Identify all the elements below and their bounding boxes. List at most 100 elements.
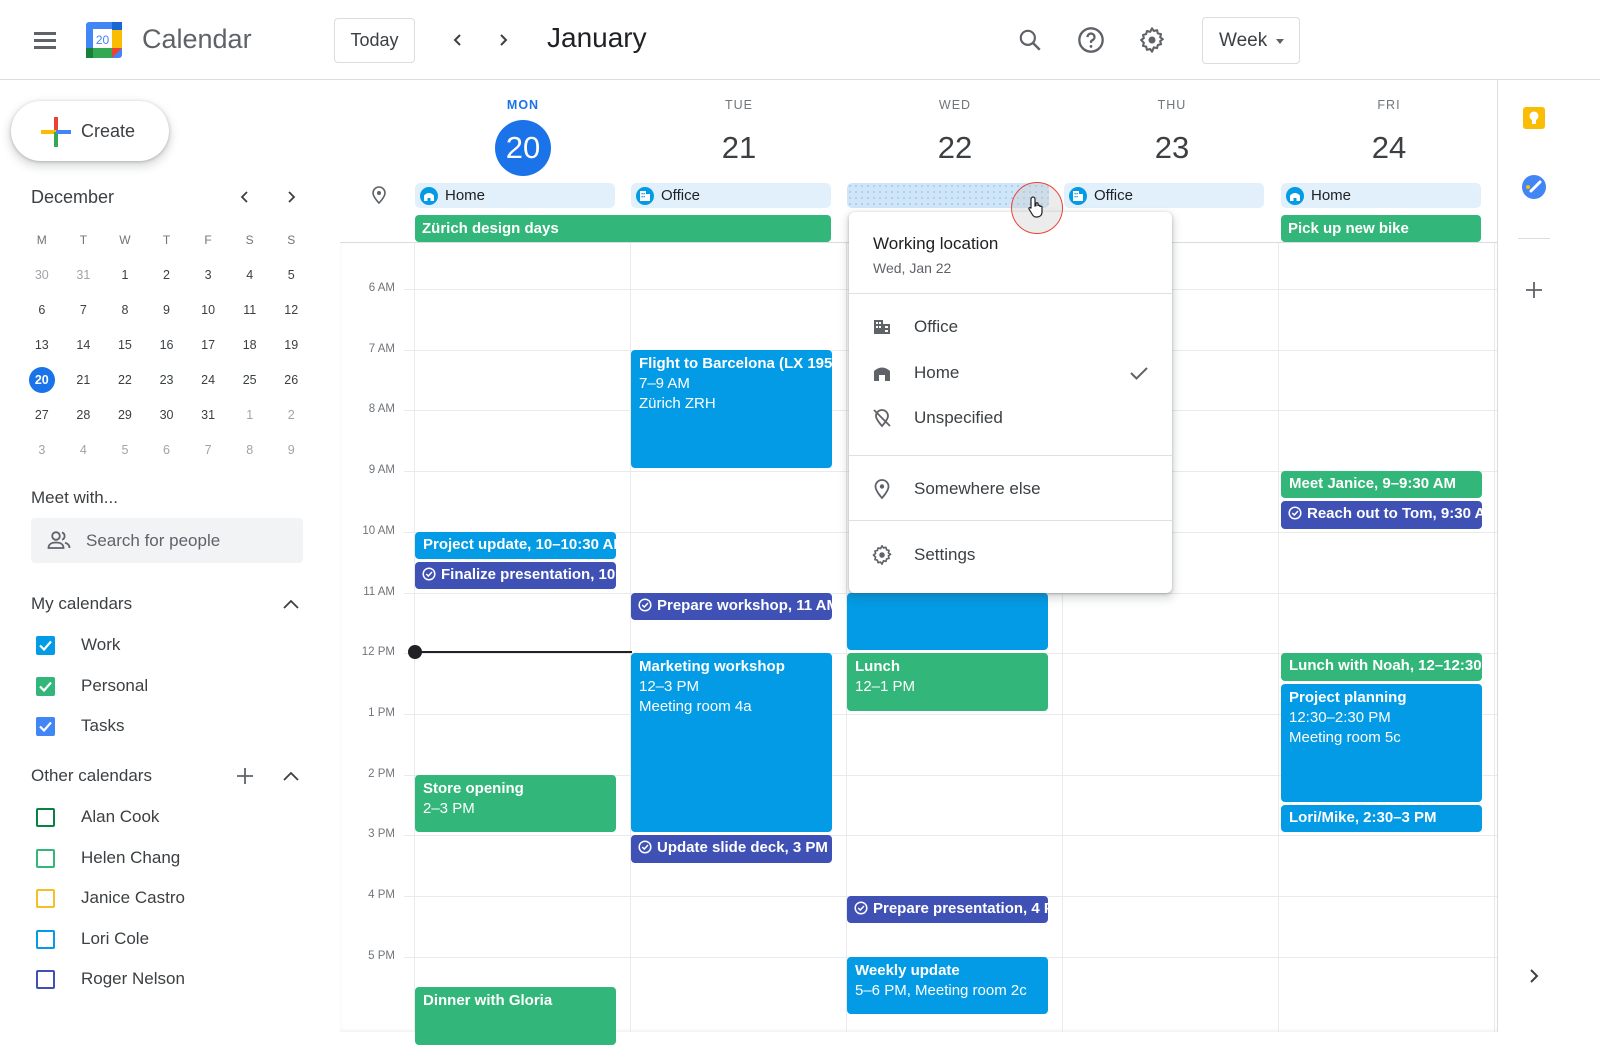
get-add-ons-button[interactable] [1518, 274, 1550, 306]
mini-calendar-day[interactable]: 18 [229, 332, 271, 358]
working-location-chip-mon[interactable]: Home [415, 183, 615, 208]
checkbox-unchecked[interactable] [36, 929, 55, 949]
mini-calendar-day[interactable]: 1 [229, 402, 271, 428]
calendar-event[interactable]: Lunch with Noah, 12–12:30 PM [1281, 653, 1482, 681]
mini-calendar-day[interactable]: 29 [104, 402, 146, 428]
day-number-today[interactable]: 20 [495, 120, 551, 176]
location-option-office[interactable]: Office [849, 305, 1172, 349]
day-number[interactable]: 23 [1144, 120, 1200, 176]
checkbox-unchecked[interactable] [36, 889, 55, 908]
calendar-event[interactable] [847, 592, 1048, 651]
checkbox-unchecked[interactable] [36, 808, 55, 827]
mini-calendar-day[interactable]: 3 [21, 437, 63, 463]
search-for-people-input[interactable]: Search for people [31, 518, 303, 563]
working-location-chip-tue[interactable]: Office [631, 183, 831, 208]
day-number[interactable]: 21 [711, 120, 767, 176]
all-day-event[interactable]: Pick up new bike [1281, 215, 1481, 242]
mini-calendar-day[interactable]: 22 [104, 367, 146, 393]
calendar-item-work[interactable]: Work [31, 630, 301, 660]
calendar-event[interactable]: Project planning 12:30–2:30 PM Meeting roo… [1281, 683, 1482, 802]
day-number[interactable]: 24 [1361, 120, 1417, 176]
mini-calendar-prev-button[interactable] [231, 183, 259, 211]
task-event[interactable]: Reach out to Tom, 9:30 AM [1281, 501, 1482, 529]
my-calendars-collapse-button[interactable] [277, 590, 305, 618]
calendar-event[interactable]: Dinner with Gloria [415, 987, 616, 1045]
expand-side-panel-button[interactable] [1518, 960, 1550, 992]
mini-calendar-day[interactable]: 13 [21, 332, 63, 358]
mini-calendar-day[interactable]: 26 [270, 367, 312, 393]
mini-calendar-day[interactable]: 8 [104, 297, 146, 323]
mini-calendar-day[interactable]: 30 [21, 262, 63, 288]
mini-calendar-day[interactable]: 10 [187, 297, 229, 323]
mini-calendar-day[interactable]: 9 [146, 297, 188, 323]
calendar-event[interactable]: Store opening 2–3 PM [415, 774, 616, 833]
mini-calendar-day[interactable]: 19 [270, 332, 312, 358]
mini-calendar-day[interactable]: 15 [104, 332, 146, 358]
checkbox-checked[interactable] [36, 676, 55, 696]
calendar-item-lori-cole[interactable]: Lori Cole [31, 924, 301, 954]
other-calendars-collapse-button[interactable] [277, 762, 305, 790]
location-option-somewhere-else[interactable]: Somewhere else [849, 467, 1172, 511]
mini-calendar-day-selected[interactable]: 20 [21, 366, 63, 393]
view-selector-dropdown[interactable]: Week [1202, 17, 1300, 64]
task-event[interactable]: Prepare workshop, 11 AM [631, 592, 832, 620]
today-button[interactable]: Today [334, 18, 415, 63]
mini-calendar-day[interactable]: 31 [63, 262, 105, 288]
calendar-item-tasks[interactable]: Tasks [31, 711, 301, 741]
location-option-home[interactable]: Home [849, 351, 1172, 395]
mini-calendar-day[interactable]: 12 [270, 297, 312, 323]
calendar-item-helen-chang[interactable]: Helen Chang [31, 843, 301, 873]
calendar-event[interactable]: Lunch 12–1 PM [847, 653, 1048, 711]
checkbox-unchecked[interactable] [36, 970, 55, 989]
calendar-item-alan-cook[interactable]: Alan Cook [31, 802, 301, 832]
checkbox-unchecked[interactable] [36, 848, 55, 868]
mini-calendar-day[interactable]: 7 [187, 437, 229, 463]
create-event-button[interactable]: Create [11, 101, 169, 161]
working-location-settings-option[interactable]: Settings [849, 533, 1172, 577]
mini-calendar-day[interactable]: 24 [187, 367, 229, 393]
mini-calendar-day[interactable]: 31 [187, 402, 229, 428]
mini-calendar-next-button[interactable] [277, 183, 305, 211]
mini-calendar-day[interactable]: 28 [63, 402, 105, 428]
mini-calendar-day[interactable]: 6 [146, 437, 188, 463]
calendar-event[interactable]: Weekly update 5–6 PM, Meeting room 2c [847, 956, 1048, 1015]
calendar-item-personal[interactable]: Personal [31, 671, 301, 701]
all-day-event[interactable]: Zürich design days [415, 215, 831, 242]
mini-calendar-day[interactable]: 1 [104, 262, 146, 288]
mini-calendar-day[interactable]: 11 [229, 297, 271, 323]
calendar-event[interactable]: Marketing workshop 12–3 PM Meeting room 4a [631, 653, 832, 833]
mini-calendar-day[interactable]: 4 [63, 437, 105, 463]
calendar-event[interactable]: Flight to Barcelona (LX 1952) 7–9 AM Züric… [631, 349, 832, 469]
previous-week-button[interactable] [444, 26, 472, 54]
mini-calendar-day[interactable]: 17 [187, 332, 229, 358]
task-event[interactable]: Update slide deck, 3 PM [631, 835, 832, 863]
mini-calendar-day[interactable]: 7 [63, 297, 105, 323]
calendar-item-janice-castro[interactable]: Janice Castro [31, 883, 301, 913]
mini-calendar-day[interactable]: 2 [270, 402, 312, 428]
calendar-event[interactable]: Project update, 10–10:30 AM [415, 531, 616, 560]
mini-calendar-day[interactable]: 5 [270, 262, 312, 288]
working-location-chip-thu[interactable]: Office [1064, 183, 1264, 208]
tasks-app-button[interactable] [1518, 171, 1550, 203]
mini-calendar-day[interactable]: 3 [187, 262, 229, 288]
mini-calendar-day[interactable]: 5 [104, 437, 146, 463]
add-other-calendar-button[interactable] [231, 762, 259, 790]
task-event[interactable]: Finalize presentation, 10:30 AM [415, 562, 616, 590]
mini-calendar-day[interactable]: 9 [270, 437, 312, 463]
location-option-unspecified[interactable]: Unspecified [849, 396, 1172, 440]
calendar-event[interactable]: Lori/Mike, 2:30–3 PM [1281, 804, 1482, 833]
mini-calendar-day[interactable]: 27 [21, 402, 63, 428]
next-week-button[interactable] [489, 26, 517, 54]
keep-app-button[interactable] [1518, 102, 1550, 134]
main-menu-button[interactable] [30, 28, 60, 52]
working-location-chip-fri[interactable]: Home [1281, 183, 1481, 208]
checkbox-checked[interactable] [36, 636, 55, 655]
mini-calendar-day[interactable]: 21 [63, 367, 105, 393]
checkbox-checked[interactable] [36, 717, 55, 736]
mini-calendar-day[interactable]: 6 [21, 297, 63, 323]
task-event[interactable]: Prepare presentation, 4 PM [847, 896, 1048, 924]
calendar-item-roger-nelson[interactable]: Roger Nelson [31, 964, 301, 994]
calendar-event[interactable]: Meet Janice, 9–9:30 AM [1281, 471, 1482, 499]
settings-button[interactable] [1134, 22, 1170, 58]
mini-calendar-day[interactable]: 14 [63, 332, 105, 358]
